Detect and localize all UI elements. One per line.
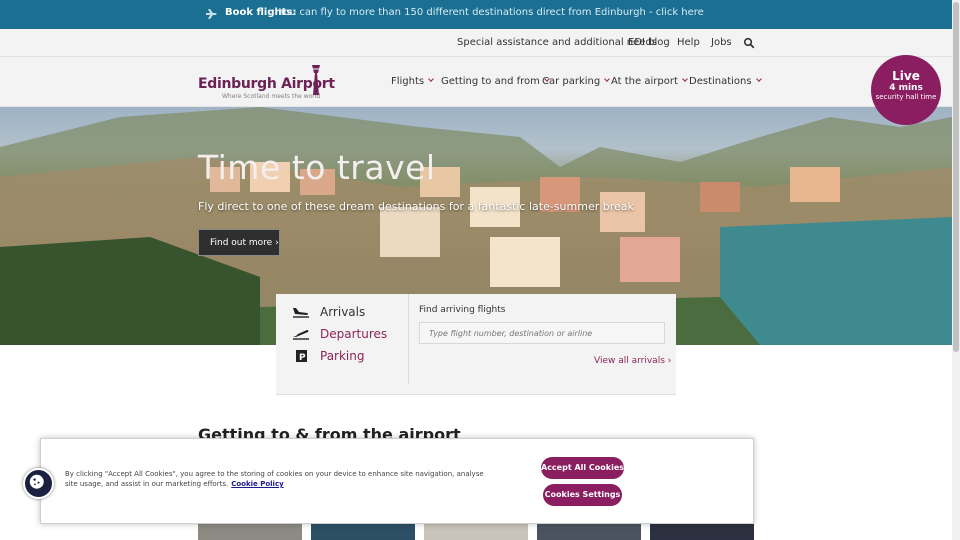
page-scrollbar[interactable]	[952, 0, 960, 540]
cookie-consent-banner: By clicking "Accept All Cookies", you ag…	[40, 438, 754, 524]
nav-destinations[interactable]: Destinations	[689, 76, 762, 87]
search-icon[interactable]	[743, 37, 755, 49]
live-label: Live	[892, 69, 920, 83]
find-out-more-button[interactable]: Find out more ›	[198, 229, 280, 256]
chevron-down-icon	[755, 76, 762, 82]
utility-link-help[interactable]: Help	[677, 37, 700, 48]
main-header: Edinburgh Airport Where Scotland meets t…	[0, 57, 952, 107]
banner-link-text[interactable]: You can fly to more than 150 different d…	[279, 7, 704, 18]
view-all-arrivals-link[interactable]: View all arrivals ›	[594, 356, 671, 366]
logo-tagline: Where Scotland meets the world	[222, 93, 321, 100]
nav-getting-to-and-from[interactable]: Getting to and from	[441, 76, 550, 87]
flight-search-panel: Arrivals Departures P Parking Find arriv…	[276, 294, 676, 395]
book-flights-banner[interactable]: Book flights: You can fly to more than 1…	[0, 0, 952, 29]
cookie-text: By clicking "Accept All Cookies", you ag…	[65, 470, 484, 488]
utility-link-special-assistance[interactable]: Special assistance and additional needs	[457, 37, 657, 48]
utility-link-edi-blog[interactable]: EDI blog	[628, 37, 670, 48]
hero-subtitle: Fly direct to one of these dream destina…	[198, 200, 634, 213]
cookie-icon	[29, 474, 44, 489]
utility-nav: Special assistance and additional needs …	[0, 29, 952, 57]
security-time-caption: security hall time	[875, 93, 937, 101]
nav-car-parking[interactable]: Car parking	[542, 76, 611, 87]
utility-link-jobs[interactable]: Jobs	[711, 37, 732, 48]
scrollbar-thumb[interactable]	[953, 2, 959, 352]
parking-icon: P	[296, 350, 307, 363]
cookie-policy-link[interactable]: Cookie Policy	[231, 480, 283, 488]
nav-flights[interactable]: Flights	[391, 76, 434, 87]
find-flights-label: Find arriving flights	[419, 305, 506, 315]
plane-landing-icon	[293, 308, 309, 318]
nav-at-the-airport[interactable]: At the airport	[611, 76, 688, 87]
cookie-preferences-button[interactable]	[23, 468, 54, 499]
flight-search-input[interactable]	[419, 322, 665, 344]
plane-icon	[206, 9, 217, 19]
svg-text:P: P	[299, 353, 306, 363]
panel-divider	[408, 294, 409, 384]
chevron-down-icon	[428, 76, 434, 82]
plane-takeoff-icon	[293, 330, 309, 340]
chevron-down-icon	[604, 76, 611, 82]
live-security-time-badge[interactable]: Live 4 mins security hall time	[871, 55, 941, 125]
chevron-down-icon	[682, 76, 688, 82]
accept-all-cookies-button[interactable]: Accept All Cookies	[541, 457, 624, 479]
security-time-value: 4 mins	[889, 83, 923, 93]
cookies-settings-button[interactable]: Cookies Settings	[543, 484, 622, 506]
control-tower-icon	[311, 65, 321, 95]
hero-title: Time to travel	[198, 148, 436, 187]
